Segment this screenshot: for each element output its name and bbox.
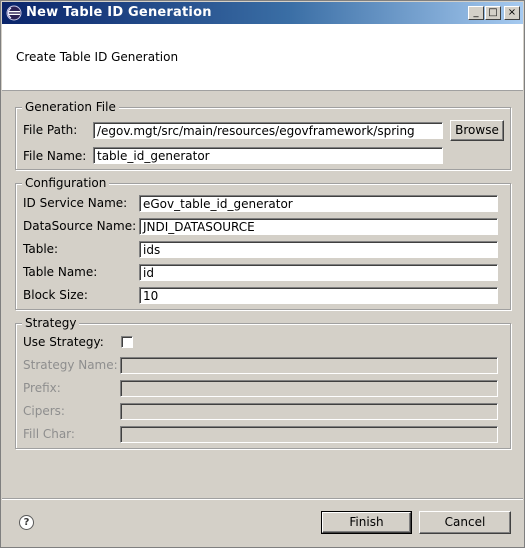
- prefix-label: Prefix:: [23, 381, 61, 395]
- use-strategy-label: Use Strategy:: [23, 335, 104, 349]
- use-strategy-checkbox[interactable]: [121, 336, 133, 348]
- strategy-legend: Strategy: [22, 316, 80, 330]
- fill-char-field[interactable]: [120, 426, 498, 443]
- prefix-field[interactable]: [120, 380, 498, 397]
- block-size-label: Block Size:: [23, 288, 88, 302]
- table-name-label: Table Name:: [23, 265, 98, 279]
- id-service-name-field[interactable]: eGov_table_id_generator: [139, 195, 498, 212]
- block-size-field[interactable]: 10: [139, 287, 498, 304]
- cipers-label: Cipers:: [23, 404, 65, 418]
- banner-text: Create Table ID Generation: [16, 50, 179, 64]
- table-field[interactable]: ids: [139, 241, 498, 258]
- close-button[interactable]: ×: [504, 6, 520, 20]
- cancel-button[interactable]: Cancel: [419, 511, 511, 534]
- window-title: New Table ID Generation: [26, 5, 212, 20]
- datasource-name-field[interactable]: JNDI_DATASOURCE: [139, 218, 498, 235]
- id-service-name-label: ID Service Name:: [23, 196, 128, 210]
- eclipse-icon: [6, 5, 22, 21]
- maximize-button[interactable]: □: [485, 6, 501, 20]
- help-icon[interactable]: ?: [19, 515, 34, 530]
- dialog-window: New Table ID Generation _ □ × Create Tab…: [0, 0, 525, 548]
- generation-file-legend: Generation File: [22, 100, 119, 114]
- table-label: Table:: [23, 242, 59, 256]
- minimize-button[interactable]: _: [468, 6, 484, 20]
- maximize-icon: □: [488, 7, 498, 18]
- finish-button[interactable]: Finish: [321, 511, 412, 534]
- file-path-label: File Path:: [23, 123, 78, 137]
- configuration-legend: Configuration: [22, 176, 110, 190]
- fill-char-label: Fill Char:: [23, 427, 75, 441]
- file-name-label: File Name:: [23, 149, 87, 163]
- file-path-field[interactable]: /egov.mgt/src/main/resources/egovframewo…: [93, 122, 443, 139]
- title-bar[interactable]: New Table ID Generation _ □ ×: [2, 2, 523, 24]
- strategy-name-label: Strategy Name:: [23, 358, 118, 372]
- description-banner: Create Table ID Generation: [2, 24, 523, 91]
- minimize-icon: _: [473, 7, 479, 18]
- file-name-field[interactable]: table_id_generator: [93, 147, 443, 164]
- strategy-name-field[interactable]: [120, 357, 498, 374]
- close-icon: ×: [507, 7, 517, 18]
- cipers-field[interactable]: [120, 403, 498, 420]
- datasource-name-label: DataSource Name:: [23, 219, 137, 233]
- browse-button[interactable]: Browse: [450, 120, 504, 141]
- footer-separator: [2, 498, 523, 500]
- table-name-field[interactable]: id: [139, 264, 498, 281]
